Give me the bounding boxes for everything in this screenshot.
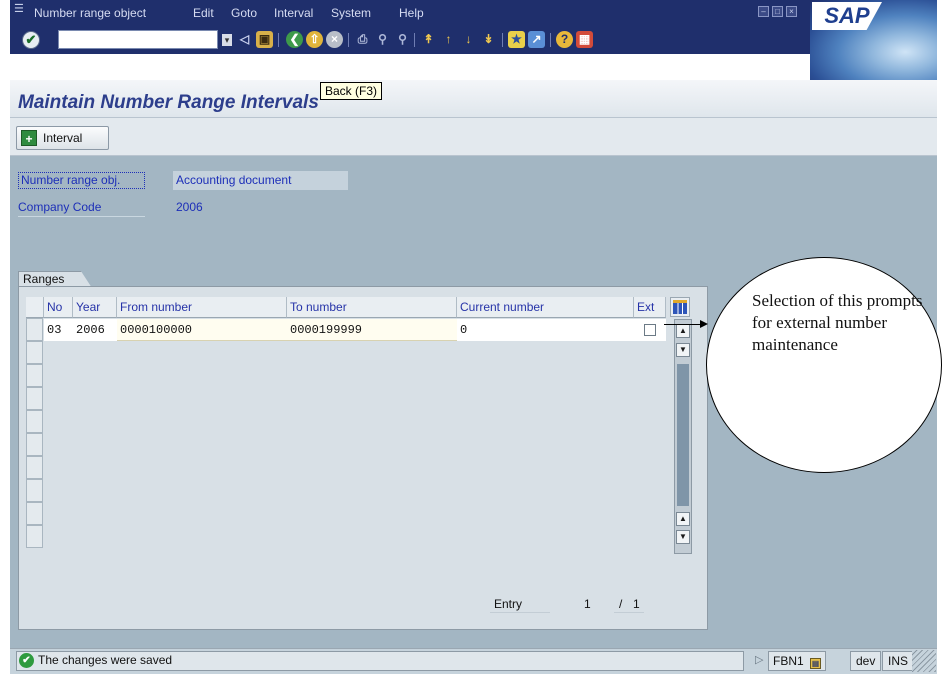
toolbar-separator [550,33,551,47]
row-selector[interactable] [26,387,43,410]
status-transaction[interactable]: FBN1 ▦ [768,651,827,671]
first-page-icon[interactable]: ↟ [420,31,437,48]
scroll-page-up-icon[interactable]: ▲ [676,512,690,526]
row-selector[interactable] [26,456,43,479]
empty-rows-area [44,341,666,554]
scroll-page-down-icon[interactable]: ▼ [676,530,690,544]
cancel-icon[interactable]: × [326,31,343,48]
minimize-icon[interactable]: – [758,6,769,17]
row-selector[interactable] [26,410,43,433]
status-mode[interactable]: INS [882,651,915,671]
ranges-tab-label: Ranges [23,272,65,286]
standard-toolbar: ✔ ▾ ◁ ▣ ❮ ⇧ × ⎙ ⚲ ⚲ ↟ ↑ ↓ ↡ ★ ↗ ? ▦ [10,26,810,54]
success-icon: ✔ [19,653,34,668]
cell-year: 2006 [73,319,117,341]
entry-underline [490,612,550,613]
back-tooltip: Back (F3) [320,82,383,100]
status-system[interactable]: dev [850,651,882,671]
column-header-current-number[interactable]: Current number [457,297,634,318]
toolbar-separator [278,33,279,47]
page-title: Maintain Number Range Intervals [18,92,319,113]
number-range-obj-value: Accounting document [173,171,348,190]
find-next-icon[interactable]: ⚲ [394,31,411,48]
company-code-underline [18,216,145,217]
row-selector[interactable] [26,433,43,456]
entry-label: Entry [494,597,523,611]
application-toolbar [10,118,937,156]
server-icon: ▦ [810,658,822,669]
menu-bar: ☰ Number range object Edit Goto Interval… [10,0,937,26]
history-back-icon[interactable]: ◁ [236,31,253,48]
window-menu-icon[interactable]: ☰ [14,3,26,15]
column-header-year[interactable]: Year [73,297,117,318]
row-selector[interactable] [26,525,43,548]
exit-icon[interactable]: ⇧ [306,31,323,48]
column-header-from-number[interactable]: From number [117,297,287,318]
enter-check-icon[interactable]: ✔ [22,31,40,49]
cell-from-number[interactable]: 0000100000 [117,319,287,341]
entry-separator: / [619,597,623,611]
scroll-up-icon[interactable]: ▲ [676,324,690,338]
help-icon[interactable]: ? [556,31,573,48]
cell-no: 03 [44,319,73,341]
scrollbar-track[interactable] [677,364,689,506]
interval-button-label: Interval [43,131,83,145]
status-message: The changes were saved [38,653,173,667]
company-code-value: 2006 [176,200,203,214]
entry-total: 1 [633,597,640,611]
command-field[interactable] [58,30,218,49]
toolbar-separator [414,33,415,47]
menu-system[interactable]: System [331,6,371,20]
callout-text: Selection of this prompts for external n… [752,291,923,354]
scroll-down-icon[interactable]: ▼ [676,343,690,357]
entry-current: 1 [584,597,591,611]
command-history-icon[interactable]: ▾ [222,34,232,46]
table-settings-icon [673,300,687,314]
column-header-no[interactable]: No [44,297,73,318]
cell-to-number[interactable]: 0000199999 [287,319,457,341]
row-selector[interactable] [26,364,43,387]
row-selector[interactable] [26,479,43,502]
add-interval-icon: + [21,130,37,146]
close-icon[interactable]: × [786,6,797,17]
column-header-ext[interactable]: Ext [634,297,666,318]
callout-pointer-line [664,324,704,325]
row-selector[interactable] [26,318,43,341]
next-page-icon[interactable]: ↓ [460,31,477,48]
company-code-label: Company Code [18,200,102,214]
previous-page-icon[interactable]: ↑ [440,31,457,48]
menu-number-range-object[interactable]: Number range object [34,6,146,20]
maximize-icon[interactable]: □ [772,6,783,17]
entry-underline [614,612,644,613]
cell-current-number[interactable]: 0 [457,319,634,341]
status-toggle-icon[interactable]: ▷ [755,653,763,666]
number-range-obj-label: Number range obj. [18,172,145,189]
row-selector[interactable] [26,502,43,525]
back-icon[interactable]: ❮ [286,31,303,48]
layout-menu-icon[interactable]: ▦ [576,31,593,48]
menu-help[interactable]: Help [399,6,424,20]
menu-interval[interactable]: Interval [274,6,313,20]
create-shortcut-icon[interactable]: ↗ [528,31,545,48]
column-header-to-number[interactable]: To number [287,297,457,318]
toolbar-separator [502,33,503,47]
callout-arrow-icon [700,320,708,328]
print-icon[interactable]: ⎙ [354,31,371,48]
ext-checkbox[interactable] [644,324,656,336]
menu-goto[interactable]: Goto [231,6,257,20]
transaction-code: FBN1 [773,654,804,668]
select-all-header[interactable] [26,297,44,318]
save-icon[interactable]: ▣ [256,31,273,48]
last-page-icon[interactable]: ↡ [480,31,497,48]
create-session-icon[interactable]: ★ [508,31,525,48]
toolbar-separator [348,33,349,47]
find-icon[interactable]: ⚲ [374,31,391,48]
resize-grip-icon[interactable] [912,650,936,672]
menu-edit[interactable]: Edit [193,6,214,20]
row-selector[interactable] [26,341,43,364]
interval-button[interactable]: + Interval [16,126,109,150]
